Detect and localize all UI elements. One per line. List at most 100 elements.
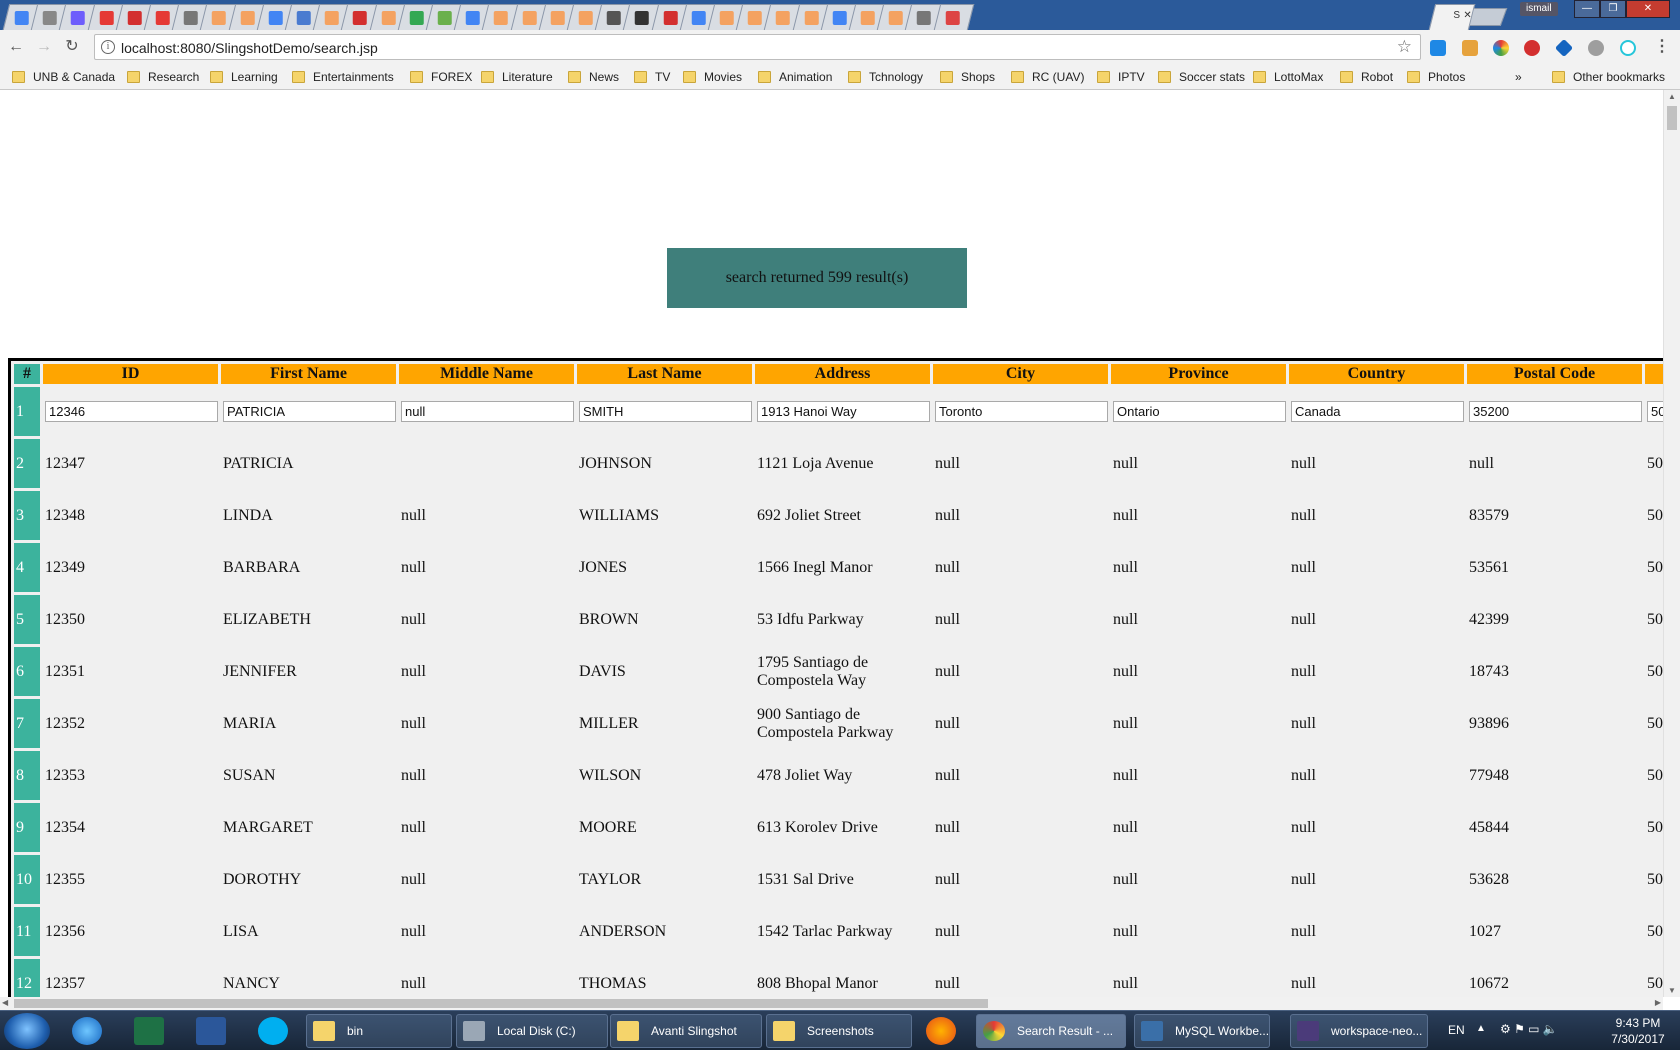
internet-explorer-icon[interactable] bbox=[72, 1017, 102, 1045]
table-cell-first: LISA bbox=[223, 922, 259, 940]
color-wheel-icon[interactable] bbox=[1493, 40, 1509, 56]
bookmark-item[interactable]: Research bbox=[127, 68, 199, 86]
reload-icon[interactable]: ↻ bbox=[62, 37, 82, 57]
info-icon[interactable]: i bbox=[101, 40, 115, 54]
overflow-chevron-icon[interactable]: » bbox=[1515, 68, 1522, 86]
extension-gray-icon[interactable] bbox=[1588, 40, 1604, 56]
maximize-button[interactable]: ❐ bbox=[1600, 0, 1626, 18]
menu-icon[interactable]: ⋮ bbox=[1652, 37, 1672, 57]
vertical-scroll-thumb[interactable] bbox=[1667, 106, 1677, 130]
address-bar[interactable]: i localhost:8080/SlingshotDemo/search.js… bbox=[94, 34, 1421, 60]
taskbar-app[interactable]: Search Result - ... bbox=[976, 1014, 1126, 1048]
bookmark-item[interactable]: IPTV bbox=[1097, 68, 1145, 86]
profile-button[interactable]: ismail bbox=[1520, 2, 1558, 16]
taskbar-app[interactable]: Avanti Slingshot bbox=[610, 1014, 762, 1048]
extension-diamond-icon[interactable] bbox=[1554, 38, 1574, 58]
bookmark-item[interactable]: FOREX bbox=[410, 68, 472, 86]
table-cell-country: null bbox=[1291, 714, 1316, 732]
tab-close-icon[interactable]: ✕ bbox=[1463, 10, 1471, 21]
first-name-field[interactable] bbox=[223, 401, 396, 422]
bookmark-item[interactable]: TV bbox=[634, 68, 670, 86]
firefox-icon[interactable] bbox=[926, 1017, 956, 1045]
tab-strip: ismail — ❐ ✕ S ✕ bbox=[0, 0, 1680, 30]
scroll-right-icon[interactable]: ▶ bbox=[1655, 998, 1661, 1007]
excel-icon[interactable] bbox=[134, 1017, 164, 1045]
table-row: 11 12356 LISA null ANDERSON 1542 Tarlac Parkw… bbox=[14, 907, 1663, 956]
phone-field[interactable] bbox=[1647, 401, 1663, 422]
table-cell-id: 12351 bbox=[45, 662, 85, 680]
horizontal-scroll-thumb[interactable] bbox=[14, 999, 988, 1008]
scroll-down-icon[interactable]: ▼ bbox=[1668, 986, 1676, 995]
extension-icon[interactable] bbox=[1430, 40, 1446, 56]
scroll-left-icon[interactable]: ◀ bbox=[2, 998, 8, 1007]
clock[interactable]: 9:43 PM 7/30/2017 bbox=[1606, 1016, 1670, 1046]
table-cell-postal: 83579 bbox=[1469, 506, 1509, 524]
taskbar-app[interactable]: Screenshots bbox=[766, 1014, 912, 1048]
table-cell-city: null bbox=[935, 818, 960, 836]
language-indicator[interactable]: EN bbox=[1448, 1023, 1465, 1037]
taskbar-app[interactable]: bin bbox=[306, 1014, 452, 1048]
close-button[interactable]: ✕ bbox=[1626, 0, 1670, 18]
favicon-icon bbox=[99, 11, 114, 25]
address-field[interactable] bbox=[757, 401, 930, 422]
bookmark-item[interactable]: News bbox=[568, 68, 619, 86]
folder-icon bbox=[1552, 71, 1565, 83]
bookmark-item[interactable]: Soccer stats bbox=[1158, 68, 1245, 86]
eyedropper-icon[interactable] bbox=[1462, 40, 1478, 56]
bookmark-item[interactable]: LottoMax bbox=[1253, 68, 1323, 86]
other-bookmarks[interactable]: Other bookmarks bbox=[1552, 68, 1665, 86]
bookmark-label: Shops bbox=[961, 70, 996, 84]
last-name-field[interactable] bbox=[579, 401, 752, 422]
table-cell-address: 1531 Sal Drive bbox=[757, 870, 854, 888]
play-icon[interactable] bbox=[1620, 40, 1636, 56]
column-header-middle-name: Middle Name bbox=[399, 364, 574, 384]
start-button[interactable] bbox=[4, 1013, 50, 1049]
table-cell-postal: 10672 bbox=[1469, 974, 1509, 992]
tray-icons[interactable]: ⚙ ⚑ ▭ 🔈 bbox=[1500, 1022, 1558, 1036]
row-index: 8 bbox=[14, 751, 40, 800]
bookmark-item[interactable]: Animation bbox=[758, 68, 832, 86]
word-icon[interactable] bbox=[196, 1017, 226, 1045]
middle-name-field[interactable] bbox=[401, 401, 574, 422]
minimize-button[interactable]: — bbox=[1574, 0, 1600, 18]
country-field[interactable] bbox=[1291, 401, 1464, 422]
folder-icon bbox=[683, 71, 696, 83]
table-cell-postal: 42399 bbox=[1469, 610, 1509, 628]
folder-icon bbox=[12, 71, 25, 83]
skype-icon[interactable] bbox=[258, 1017, 288, 1045]
bookmark-item[interactable]: Shops bbox=[940, 68, 995, 86]
bookmark-item[interactable]: Learning bbox=[210, 68, 278, 86]
horizontal-scrollbar[interactable]: ◀ ▶ bbox=[0, 997, 1663, 1010]
id-field[interactable] bbox=[45, 401, 218, 422]
bookmark-item[interactable]: Literature bbox=[481, 68, 553, 86]
taskbar-app[interactable]: Local Disk (C:) bbox=[456, 1014, 608, 1048]
forward-arrow-icon[interactable]: → bbox=[34, 37, 54, 57]
postal-code-field[interactable] bbox=[1469, 401, 1642, 422]
taskbar-app[interactable]: MySQL Workbe... bbox=[1134, 1014, 1270, 1048]
browser-tab[interactable] bbox=[933, 4, 974, 30]
tray-expand-icon[interactable]: ▲ bbox=[1476, 1023, 1486, 1034]
bookmark-item[interactable]: Movies bbox=[683, 68, 742, 86]
back-arrow-icon[interactable]: ← bbox=[6, 37, 26, 57]
taskbar-app[interactable]: workspace-neo... bbox=[1290, 1014, 1428, 1048]
bookmark-item[interactable]: RC (UAV) bbox=[1011, 68, 1084, 86]
bookmark-star-icon[interactable]: ☆ bbox=[1397, 37, 1412, 57]
table-cell-first: ELIZABETH bbox=[223, 610, 311, 628]
province-field[interactable] bbox=[1113, 401, 1286, 422]
city-field[interactable] bbox=[935, 401, 1108, 422]
adblock-icon[interactable] bbox=[1524, 40, 1540, 56]
taskbar-app-label: Local Disk (C:) bbox=[497, 1024, 576, 1038]
bookmarks-bar: » Other bookmarks UNB & Canada Research Le… bbox=[0, 64, 1680, 90]
bookmark-item[interactable]: Tchnology bbox=[848, 68, 923, 86]
active-tab[interactable]: S ✕ bbox=[1428, 4, 1476, 30]
bookmark-item[interactable]: Robot bbox=[1340, 68, 1393, 86]
vertical-scrollbar[interactable]: ▲ ▼ bbox=[1663, 90, 1680, 997]
bookmark-item[interactable]: UNB & Canada bbox=[12, 68, 115, 86]
bookmark-item[interactable]: Photos bbox=[1407, 68, 1465, 86]
favicon-icon bbox=[324, 11, 339, 25]
bookmark-item[interactable]: Entertainments bbox=[292, 68, 394, 86]
results-table-wrapper: # ID First Name Middle Name Last Name Address… bbox=[8, 358, 1663, 997]
scroll-up-icon[interactable]: ▲ bbox=[1668, 92, 1676, 101]
table-cell-last: MILLER bbox=[579, 714, 639, 732]
url-text[interactable]: localhost:8080/SlingshotDemo/search.jsp bbox=[121, 40, 378, 56]
